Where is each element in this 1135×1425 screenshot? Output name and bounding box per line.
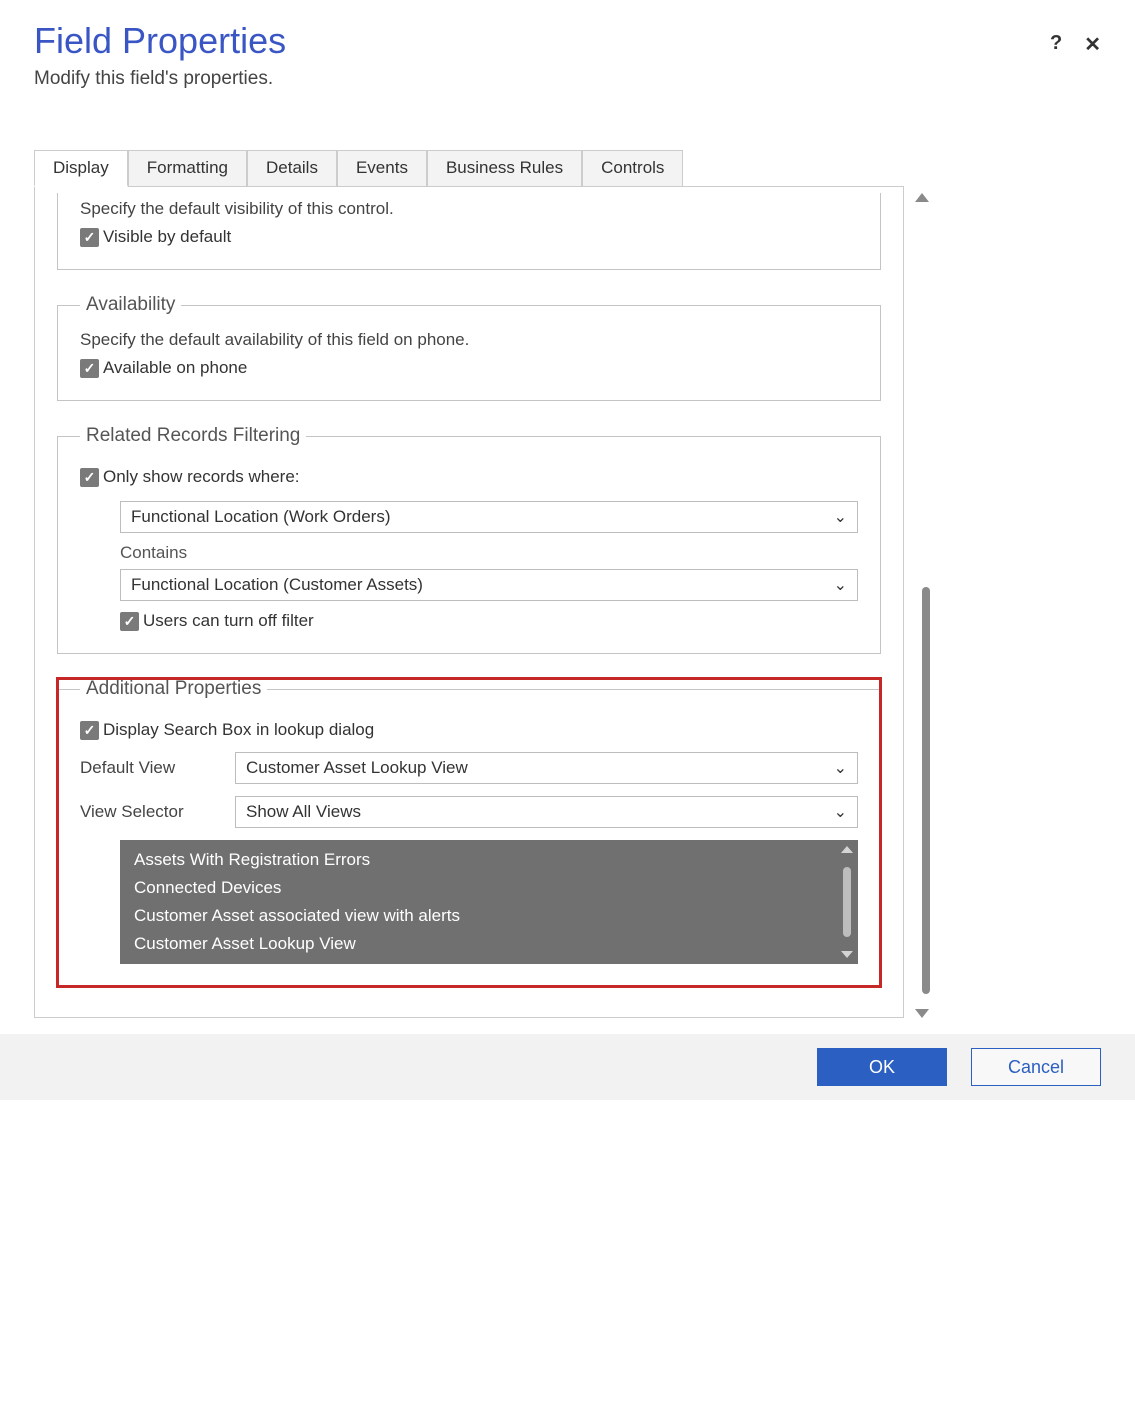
available-phone-checkbox[interactable]: ✓ (80, 359, 99, 378)
where-dropdown[interactable]: Functional Location (Work Orders) ⌄ (120, 501, 858, 533)
tabstrip: Display Formatting Details Events Busine… (34, 150, 1101, 187)
contains-label: Contains (120, 543, 858, 563)
additional-properties-section: Additional Properties ✓ Display Search B… (57, 678, 881, 987)
availability-section: Availability Specify the default availab… (57, 294, 881, 401)
panel-scrollbar[interactable] (910, 187, 934, 1018)
help-icon[interactable]: ? (1050, 32, 1062, 57)
contains-dropdown[interactable]: Functional Location (Customer Assets) ⌄ (120, 569, 858, 601)
default-view-label: Default View (80, 758, 235, 778)
scroll-down-icon[interactable] (915, 1009, 929, 1018)
field-properties-dialog: Field Properties Modify this field's pro… (0, 0, 1135, 1018)
scroll-up-icon[interactable] (915, 193, 929, 202)
scroll-down-icon[interactable] (841, 951, 853, 958)
availability-legend: Availability (80, 294, 181, 316)
additional-legend: Additional Properties (80, 678, 267, 700)
dialog-subtitle: Modify this field's properties. (34, 68, 1101, 90)
tab-display[interactable]: Display (34, 150, 128, 187)
tab-events[interactable]: Events (337, 150, 427, 187)
default-view-dropdown[interactable]: Customer Asset Lookup View ⌄ (235, 752, 858, 784)
scroll-thumb[interactable] (922, 587, 930, 994)
display-search-box-label: Display Search Box in lookup dialog (103, 720, 374, 740)
chevron-down-icon: ⌄ (834, 802, 847, 822)
visible-checkbox-label: Visible by default (103, 227, 231, 247)
visibility-section: Specify the default visibility of this c… (57, 193, 881, 270)
related-filtering-section: Related Records Filtering ✓ Only show re… (57, 425, 881, 654)
dialog-title: Field Properties (34, 20, 1101, 62)
filtering-legend: Related Records Filtering (80, 425, 306, 447)
tab-controls[interactable]: Controls (582, 150, 683, 187)
chevron-down-icon: ⌄ (834, 575, 847, 595)
list-item[interactable]: Connected Devices (134, 874, 832, 902)
dialog-header: Field Properties Modify this field's pro… (34, 20, 1101, 90)
availability-hint: Specify the default availability of this… (80, 330, 858, 350)
view-selector-dropdown[interactable]: Show All Views ⌄ (235, 796, 858, 828)
list-item[interactable]: Customer Asset associated view with aler… (134, 902, 832, 930)
tab-business-rules[interactable]: Business Rules (427, 150, 582, 187)
view-selector-label: View Selector (80, 802, 235, 822)
tab-formatting[interactable]: Formatting (128, 150, 247, 187)
cancel-button[interactable]: Cancel (971, 1048, 1101, 1086)
only-show-checkbox[interactable]: ✓ (80, 468, 99, 487)
list-item[interactable]: Assets With Registration Errors (134, 846, 832, 874)
default-view-value: Customer Asset Lookup View (246, 758, 468, 778)
where-dropdown-value: Functional Location (Work Orders) (131, 507, 391, 527)
scroll-thumb[interactable] (843, 867, 851, 937)
contains-dropdown-value: Functional Location (Customer Assets) (131, 575, 423, 595)
scroll-up-icon[interactable] (841, 846, 853, 853)
chevron-down-icon: ⌄ (834, 758, 847, 778)
dialog-button-bar: OK Cancel (0, 1034, 1135, 1100)
tab-body-display: Specify the default visibility of this c… (34, 186, 904, 1018)
turn-off-filter-label: Users can turn off filter (143, 611, 314, 631)
tab-details[interactable]: Details (247, 150, 337, 187)
close-icon[interactable]: ✕ (1084, 32, 1101, 57)
turn-off-filter-checkbox[interactable]: ✓ (120, 612, 139, 631)
display-search-box-checkbox[interactable]: ✓ (80, 721, 99, 740)
list-item[interactable]: Customer Asset Lookup View (134, 930, 832, 958)
chevron-down-icon: ⌄ (834, 507, 847, 527)
visibility-hint: Specify the default visibility of this c… (80, 199, 858, 219)
view-selector-value: Show All Views (246, 802, 361, 822)
visible-checkbox[interactable]: ✓ (80, 228, 99, 247)
listbox-scrollbar[interactable] (840, 846, 854, 958)
only-show-label: Only show records where: (103, 467, 300, 487)
ok-button[interactable]: OK (817, 1048, 947, 1086)
available-phone-label: Available on phone (103, 358, 247, 378)
views-listbox[interactable]: Assets With Registration Errors Connecte… (120, 840, 858, 964)
